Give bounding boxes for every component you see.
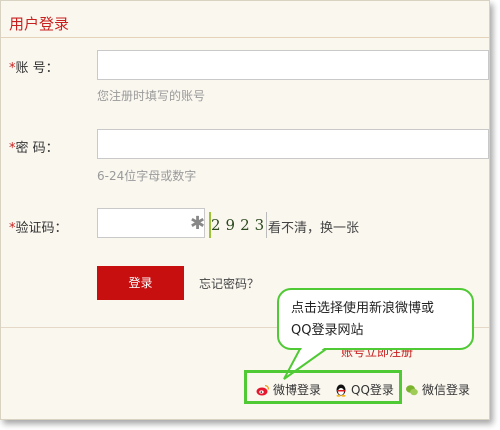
wechat-login-button[interactable]: 微信登录 xyxy=(405,381,470,398)
login-panel: 用户登录 *账 号： 您注册时填写的账号 *密 码： 6-24位字母或数字 *验… xyxy=(0,0,490,420)
qq-penguin-icon xyxy=(336,384,346,397)
weibo-login-button[interactable]: 微博登录 xyxy=(256,381,321,398)
weibo-login-label: 微博登录 xyxy=(273,383,322,397)
weibo-icon xyxy=(256,384,270,395)
qq-login-button[interactable]: QQ登录 xyxy=(334,381,394,398)
qq-login-label: QQ登录 xyxy=(351,383,394,397)
callout-tail-cover xyxy=(288,346,327,374)
wechat-login-label: 微信登录 xyxy=(422,383,471,397)
wechat-icon xyxy=(406,384,418,395)
